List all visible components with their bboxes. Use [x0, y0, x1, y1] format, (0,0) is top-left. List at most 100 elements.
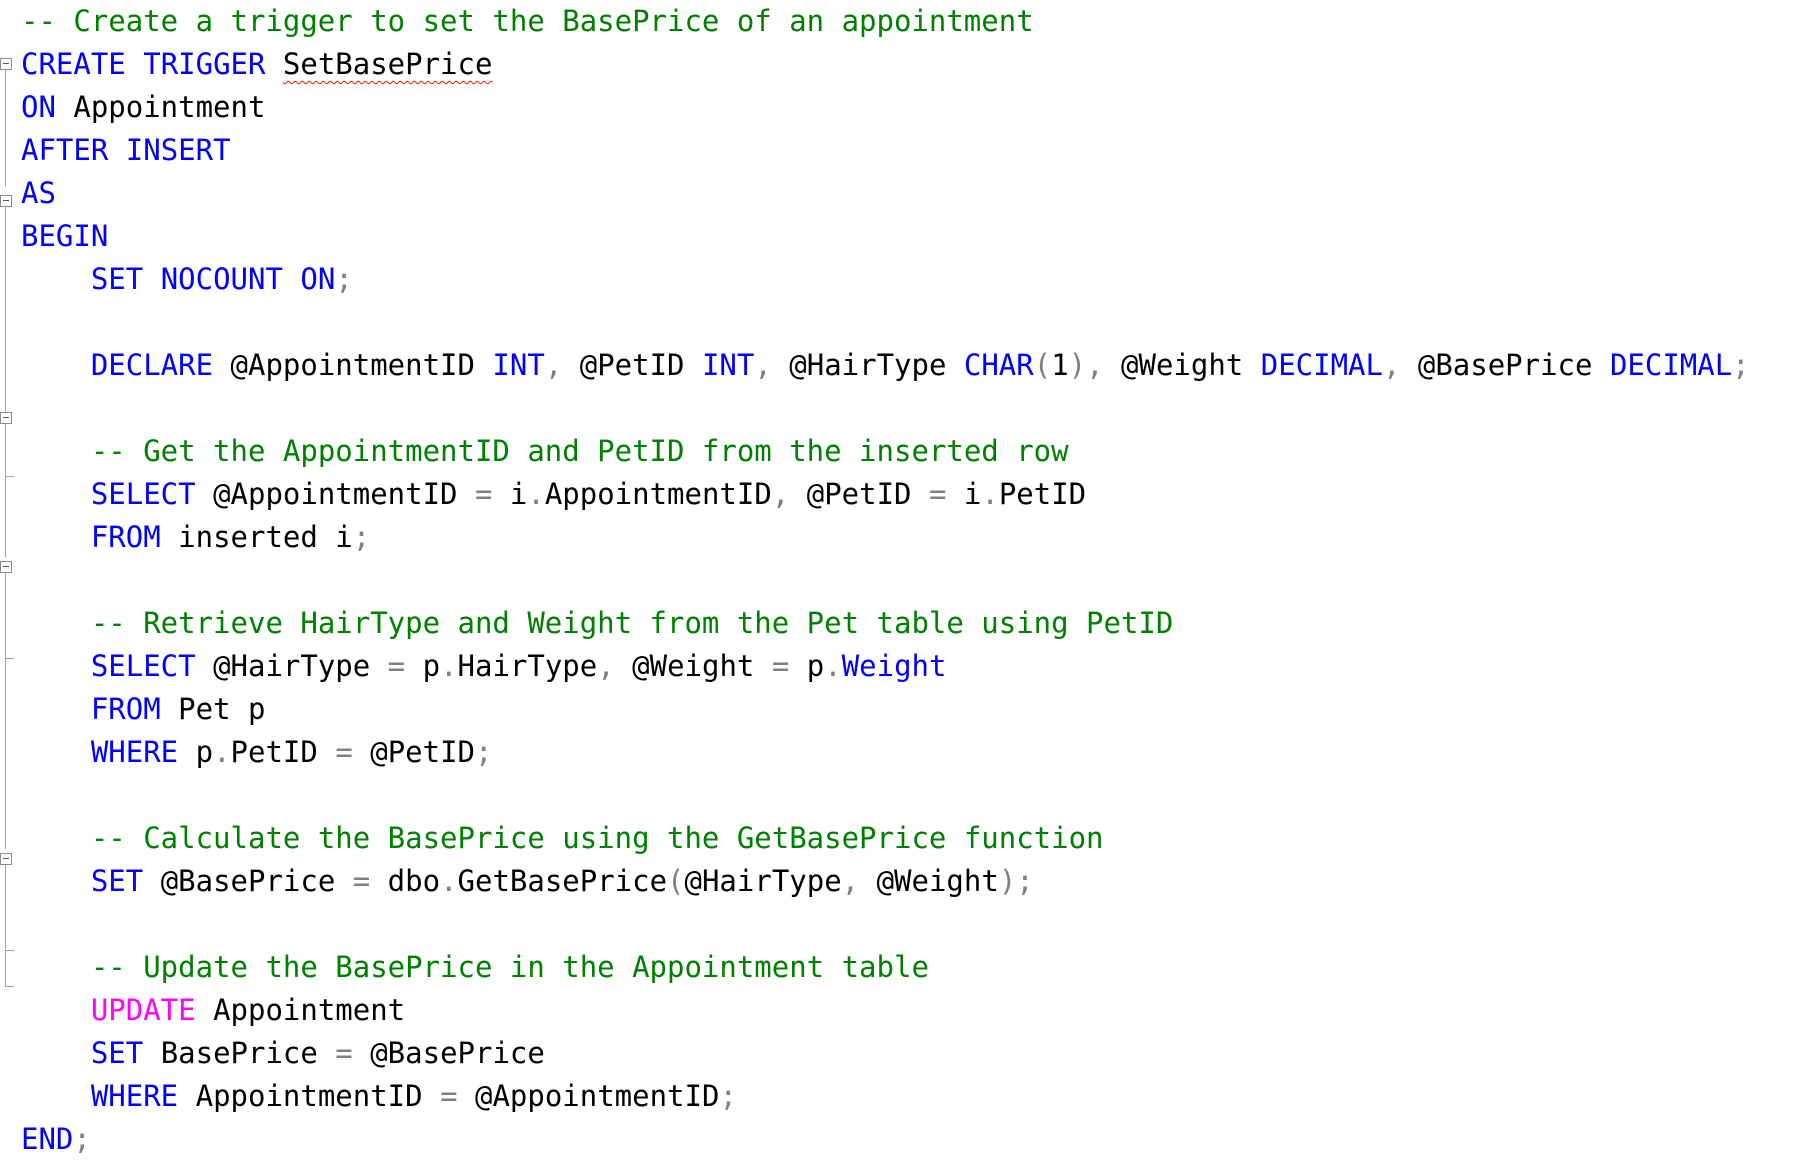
keyword-token: AS — [21, 176, 56, 210]
code-text-area[interactable]: -- Create a trigger to set the BasePrice… — [21, 0, 1750, 1161]
operator-token: ( — [667, 864, 685, 898]
identifier-token — [126, 47, 143, 81]
comment-token: -- Calculate the BasePrice using the Get… — [90, 821, 1104, 855]
identifier-token: HairType — [457, 649, 598, 683]
identifier-token — [21, 950, 91, 984]
select-outline-guide — [5, 424, 6, 476]
identifier-token: @AppointmentID — [457, 1079, 720, 1113]
identifier-token: AppointmentID — [178, 1079, 441, 1113]
operator-token: , — [841, 864, 860, 898]
identifier-token — [21, 993, 91, 1027]
identifier-token: PetID — [230, 735, 336, 769]
keyword-token: END — [21, 1122, 74, 1156]
operator-token: , — [544, 348, 563, 382]
code-line[interactable] — [21, 903, 1750, 946]
operator-token: = — [928, 477, 947, 511]
code-line[interactable] — [21, 559, 1750, 602]
sql-code-editor[interactable]: -- Create a trigger to set the BasePrice… — [0, 0, 1820, 1162]
identifier-token: i — [946, 477, 982, 511]
collapse-select-statement-icon[interactable] — [0, 412, 12, 424]
keyword-token: Weight — [841, 649, 947, 683]
operator-token: . — [981, 477, 999, 511]
identifier-token: @Weight — [1103, 348, 1261, 382]
code-line[interactable]: -- Create a trigger to set the BasePrice… — [21, 0, 1750, 43]
identifier-token — [21, 520, 91, 554]
code-line[interactable]: DECLARE @AppointmentID INT, @PetID INT, … — [21, 344, 1750, 387]
operator-token: . — [527, 477, 545, 511]
identifier-token — [21, 821, 91, 855]
keyword-token: SET — [90, 1036, 144, 1070]
code-line[interactable]: WHERE p.PetID = @PetID; — [21, 731, 1750, 774]
code-line[interactable]: SET @BasePrice = dbo.GetBasePrice(@HairT… — [21, 860, 1750, 903]
identifier-token: GetBasePrice — [457, 864, 668, 898]
begin-outline-guide-2 — [5, 477, 6, 557]
comment-token: -- Get the AppointmentID and PetID from … — [90, 434, 1069, 468]
keyword-token: CREATE — [21, 47, 126, 81]
code-line[interactable] — [21, 301, 1750, 344]
identifier-token — [21, 348, 91, 382]
code-line[interactable]: WHERE AppointmentID = @AppointmentID; — [21, 1075, 1750, 1118]
keyword-token: CHAR — [963, 348, 1034, 382]
code-line[interactable]: -- Calculate the BasePrice using the Get… — [21, 817, 1750, 860]
keyword-token: SELECT — [90, 649, 196, 683]
identifier-token: p — [789, 649, 825, 683]
keyword-token: BEGIN — [21, 219, 109, 253]
code-line[interactable] — [21, 387, 1750, 430]
code-line[interactable]: SET NOCOUNT ON; — [21, 258, 1750, 301]
code-line[interactable]: SELECT @HairType = p.HairType, @Weight =… — [21, 645, 1750, 688]
code-line[interactable]: SELECT @AppointmentID = i.AppointmentID,… — [21, 473, 1750, 516]
collapse-begin-block-icon[interactable] — [0, 195, 12, 207]
identifier-token: AppointmentID — [544, 477, 772, 511]
keyword-token: WHERE — [90, 735, 179, 769]
operator-token: ; — [475, 735, 493, 769]
identifier-token — [21, 262, 91, 296]
keyword-token: FROM — [90, 520, 161, 554]
identifier-token: Appointment — [55, 90, 266, 124]
code-line[interactable]: SET BasePrice = @BasePrice — [21, 1032, 1750, 1075]
trigger-outline-guide — [5, 70, 6, 186]
code-line[interactable]: -- Update the BasePrice in the Appointme… — [21, 946, 1750, 989]
collapse-trigger-block-icon[interactable] — [0, 58, 12, 70]
keyword-token: WHERE — [90, 1079, 179, 1113]
code-line[interactable]: END; — [21, 1118, 1750, 1161]
identifier-token — [21, 649, 91, 683]
begin-outline-guide — [5, 207, 6, 429]
error-squiggle-token: SetBasePrice — [282, 47, 493, 81]
begin-outline-guide-3 — [5, 659, 6, 849]
code-line[interactable]: -- Retrieve HairType and Weight from the… — [21, 602, 1750, 645]
collapse-select-statement-2-icon[interactable] — [0, 561, 12, 573]
operator-token: ); — [998, 864, 1034, 898]
code-line[interactable]: AS — [21, 172, 1750, 215]
update-outline-end — [5, 950, 14, 951]
keyword-token: INSERT — [125, 133, 231, 167]
comment-token: -- Update the BasePrice in the Appointme… — [90, 950, 929, 984]
collapse-update-statement-icon[interactable] — [0, 853, 12, 865]
operator-token: ; — [1732, 348, 1750, 382]
identifier-token: Appointment — [195, 993, 406, 1027]
code-line[interactable]: FROM inserted i; — [21, 516, 1750, 559]
code-line[interactable]: -- Get the AppointmentID and PetID from … — [21, 430, 1750, 473]
outlining-gutter — [0, 0, 22, 1162]
code-line[interactable]: UPDATE Appointment — [21, 989, 1750, 1032]
comment-token: -- Retrieve HairType and Weight from the… — [90, 606, 1174, 640]
keyword-token: AFTER — [21, 133, 109, 167]
identifier-token — [21, 606, 91, 640]
identifier-token — [21, 692, 91, 726]
code-line[interactable]: AFTER INSERT — [21, 129, 1750, 172]
keyword-token: SET — [90, 864, 144, 898]
keyword-token: SELECT — [90, 477, 196, 511]
code-line[interactable]: ON Appointment — [21, 86, 1750, 129]
begin-outline-guide-4 — [5, 951, 6, 987]
begin-outline-end — [5, 986, 14, 987]
operator-token: ; — [352, 520, 371, 554]
operator-token: = — [335, 1036, 353, 1070]
keyword-token: TRIGGER — [143, 47, 266, 81]
operator-token: , — [1382, 348, 1401, 382]
code-line[interactable] — [21, 774, 1750, 817]
code-line[interactable]: CREATE TRIGGER SetBasePrice — [21, 43, 1750, 86]
code-line[interactable]: BEGIN — [21, 215, 1750, 258]
identifier-token: 1 — [1051, 348, 1069, 382]
operator-token: ), — [1068, 348, 1104, 382]
comment-token: -- Create a trigger to set the BasePrice… — [21, 4, 1034, 38]
code-line[interactable]: FROM Pet p — [21, 688, 1750, 731]
